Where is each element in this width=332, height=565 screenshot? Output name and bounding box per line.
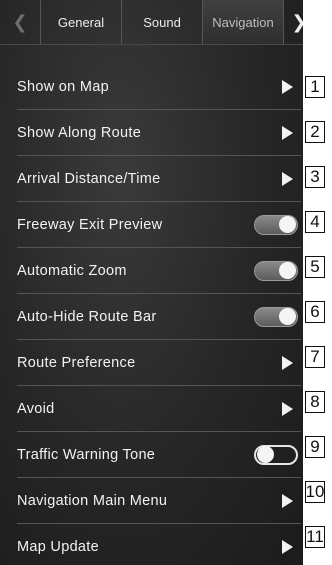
callout-number: 5	[305, 256, 325, 278]
play-arrow-icon	[282, 539, 293, 554]
callout-number: 11	[305, 526, 325, 548]
setting-route-preference[interactable]: Route Preference	[17, 340, 301, 386]
settings-screen: ❮ General Sound Navigation ❯ Show on Map…	[0, 0, 303, 565]
setting-freeway-exit-preview: Freeway Exit Preview	[17, 202, 301, 248]
play-arrow-icon	[282, 355, 293, 370]
auto-hide-route-bar-toggle[interactable]	[254, 306, 298, 327]
play-arrow-icon	[282, 79, 293, 94]
play-arrow-icon	[282, 171, 293, 186]
play-arrow-icon	[282, 125, 293, 140]
callout-number: 7	[305, 346, 325, 368]
toggle-knob	[279, 262, 296, 279]
chevron-left-icon[interactable]: ❮	[0, 0, 40, 44]
setting-label: Auto-Hide Route Bar	[17, 308, 157, 325]
traffic-warning-tone-toggle[interactable]	[254, 444, 298, 465]
setting-label: Arrival Distance/Time	[17, 170, 161, 187]
tab-navigation[interactable]: Navigation	[202, 0, 284, 44]
setting-label: Show on Map	[17, 78, 109, 95]
callout-number: 10	[305, 481, 325, 503]
setting-label: Avoid	[17, 400, 55, 417]
setting-map-update[interactable]: Map Update	[17, 524, 301, 565]
tab-sound[interactable]: Sound	[121, 0, 202, 44]
setting-avoid[interactable]: Avoid	[17, 386, 301, 432]
setting-label: Automatic Zoom	[17, 262, 127, 279]
play-arrow-icon	[282, 493, 293, 508]
tab-general[interactable]: General	[40, 0, 121, 44]
setting-show-along-route[interactable]: Show Along Route	[17, 110, 301, 156]
setting-auto-hide-route-bar: Auto-Hide Route Bar	[17, 294, 301, 340]
setting-label: Traffic Warning Tone	[17, 446, 156, 463]
toggle-knob	[257, 446, 274, 463]
chevron-right-icon[interactable]: ❯	[284, 0, 303, 44]
setting-traffic-warning-tone: Traffic Warning Tone	[17, 432, 301, 478]
callout-number: 4	[305, 211, 325, 233]
setting-label: Show Along Route	[17, 124, 142, 141]
setting-label: Map Update	[17, 538, 99, 555]
setting-label: Route Preference	[17, 354, 136, 371]
freeway-exit-preview-toggle[interactable]	[254, 214, 298, 235]
toggle-knob	[279, 216, 296, 233]
callout-number: 3	[305, 166, 325, 188]
callout-number: 6	[305, 301, 325, 323]
setting-automatic-zoom: Automatic Zoom	[17, 248, 301, 294]
setting-arrival-distance-time[interactable]: Arrival Distance/Time	[17, 156, 301, 202]
callout-number: 8	[305, 391, 325, 413]
setting-label: Navigation Main Menu	[17, 492, 168, 509]
callout-number: 2	[305, 121, 325, 143]
setting-label: Freeway Exit Preview	[17, 216, 163, 233]
toggle-knob	[279, 308, 296, 325]
automatic-zoom-toggle[interactable]	[254, 260, 298, 281]
callout-number: 9	[305, 436, 325, 458]
setting-show-on-map[interactable]: Show on Map	[17, 64, 301, 110]
setting-navigation-main-menu[interactable]: Navigation Main Menu	[17, 478, 301, 524]
settings-list: Show on Map Show Along Route Arrival Dis…	[17, 64, 301, 565]
play-arrow-icon	[282, 401, 293, 416]
callout-number: 1	[305, 76, 325, 98]
tab-bar: ❮ General Sound Navigation ❯	[0, 0, 303, 45]
